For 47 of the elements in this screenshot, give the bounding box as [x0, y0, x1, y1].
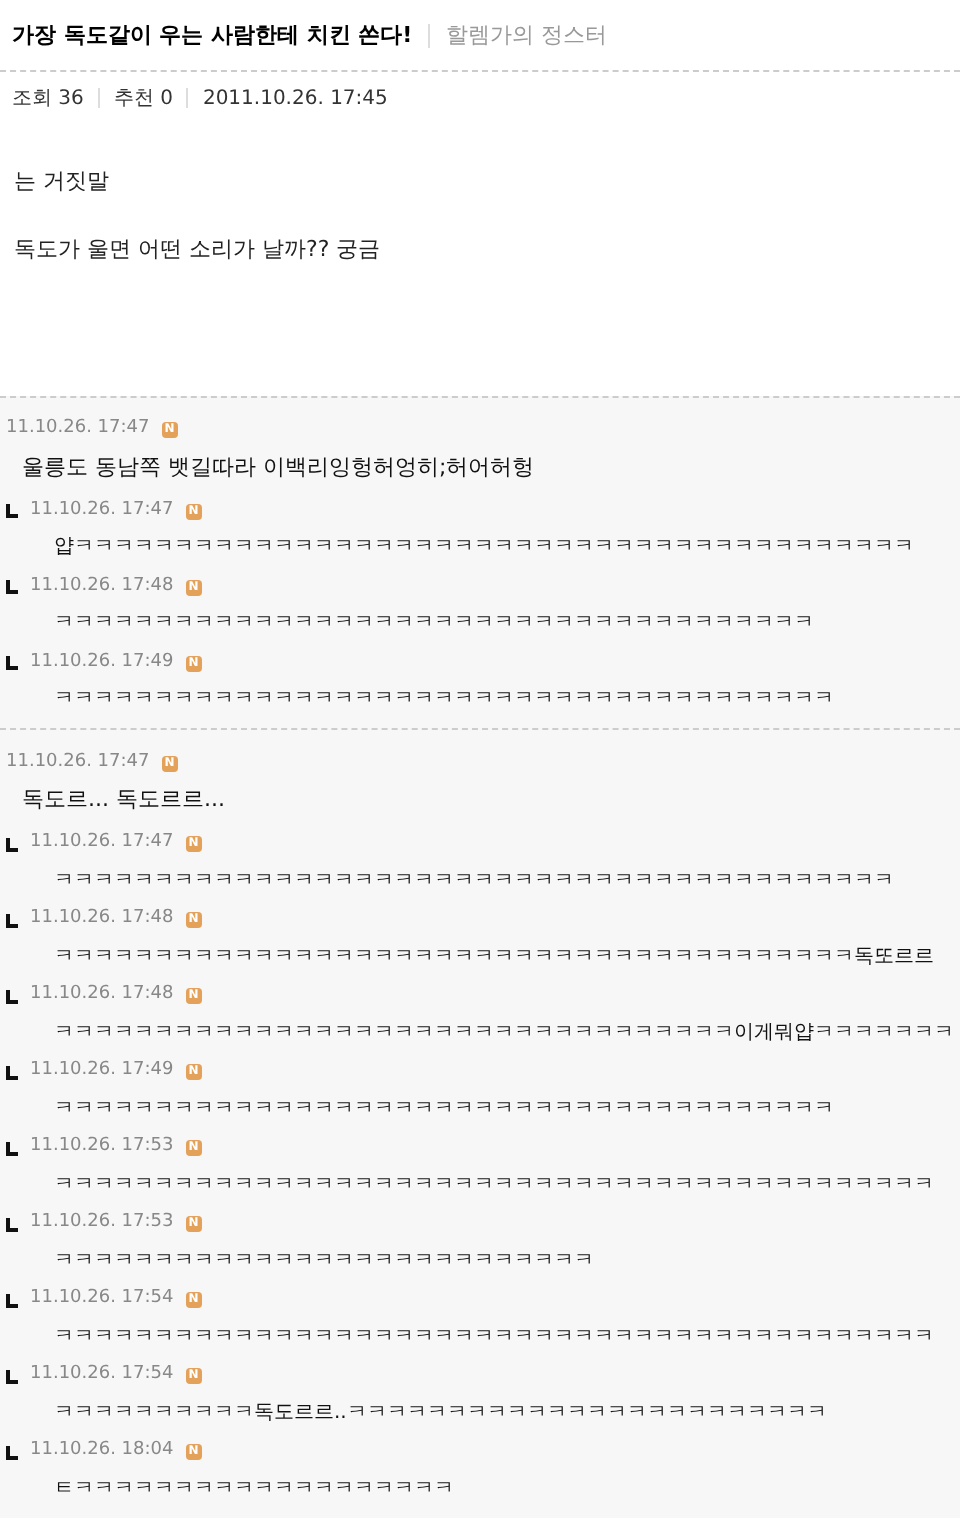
comment-time: 11.10.26. 17:49	[30, 1058, 174, 1085]
reply-corner-icon	[6, 656, 18, 670]
reply-text: ㅋㅋㅋㅋㅋㅋㅋㅋㅋㅋㅋㅋㅋㅋㅋㅋㅋㅋㅋㅋㅋㅋㅋㅋㅋㅋㅋ	[52, 1247, 596, 1273]
post-meta: 2011.10.26. 17:45	[202, 85, 388, 113]
reply-corner-icon	[6, 989, 18, 1003]
reply-text: ㅋㅋㅋㅋㅋㅋㅋㅋㅋㅋㅋㅋㅋㅋㅋㅋㅋㅋㅋㅋㅋㅋㅋㅋㅋㅋㅋㅋㅋㅋㅋㅋㅋㅋㅋㅋㅋㅋㅋㅋㅋㅋㅋㅋ	[52, 1323, 936, 1349]
reply-corner-icon	[6, 1445, 18, 1459]
comment-text: 울릉도 동남쪽 뱃길따라 이백리잉헝허엉히;허어허헝	[20, 451, 537, 483]
post-meta: 추천 0	[113, 85, 173, 113]
reply-corner-icon	[6, 1293, 18, 1307]
reply-text: ㅋㅋㅋㅋㅋㅋㅋㅋㅋㅋ독도르르..ㅋㅋㅋㅋㅋㅋㅋㅋㅋㅋㅋㅋㅋㅋㅋㅋㅋㅋㅋㅋㅋㅋㅋㅋ	[52, 1399, 829, 1425]
comment-time: 11.10.26. 17:54	[30, 1286, 174, 1313]
comment-time: 11.10.26. 17:47	[6, 416, 150, 443]
comment-time: 11.10.26. 17:48	[30, 982, 174, 1009]
comment-time: 11.10.26. 17:47	[30, 830, 174, 857]
reply-text: 얍ㅋㅋㅋㅋㅋㅋㅋㅋㅋㅋㅋㅋㅋㅋㅋㅋㅋㅋㅋㅋㅋㅋㅋㅋㅋㅋㅋㅋㅋㅋㅋㅋㅋㅋㅋㅋㅋㅋㅋㅋㅋㅋ	[52, 534, 916, 560]
post-meta: 조회 36	[12, 85, 84, 113]
post-paragraph: 는 거짓말	[14, 165, 111, 197]
reply-corner-icon	[6, 504, 18, 518]
comment-time: 11.10.26. 18:04	[30, 1438, 174, 1465]
reply-corner-icon	[6, 913, 18, 927]
reply-text: ㅌㅋㅋㅋㅋㅋㅋㅋㅋㅋㅋㅋㅋㅋㅋㅋㅋㅋㅋㅋ	[52, 1475, 456, 1501]
comment-text: 독도르... 독도르르...	[20, 784, 227, 816]
comment-time: 11.10.26. 17:47	[30, 497, 174, 524]
comment-time: 11.10.26. 17:54	[30, 1362, 174, 1389]
reply-text: ㅋㅋㅋㅋㅋㅋㅋㅋㅋㅋㅋㅋㅋㅋㅋㅋㅋㅋㅋㅋㅋㅋㅋㅋㅋㅋㅋㅋㅋㅋㅋㅋㅋㅋㅋㅋㅋㅋㅋ	[52, 686, 836, 712]
reply-text: ㅋㅋㅋㅋㅋㅋㅋㅋㅋㅋㅋㅋㅋㅋㅋㅋㅋㅋㅋㅋㅋㅋㅋㅋㅋㅋㅋㅋㅋㅋㅋㅋㅋㅋㅋㅋㅋㅋ	[52, 610, 816, 636]
comment-time: 11.10.26. 17:48	[30, 906, 174, 933]
reply-corner-icon	[6, 580, 18, 594]
author-name: 할렘가의 정스터	[446, 20, 608, 52]
reply-corner-icon	[6, 1217, 18, 1231]
reply-text: ㅋㅋㅋㅋㅋㅋㅋㅋㅋㅋㅋㅋㅋㅋㅋㅋㅋㅋㅋㅋㅋㅋㅋㅋㅋㅋㅋㅋㅋㅋㅋㅋㅋㅋㅋㅋㅋㅋㅋㅋ독또르르	[52, 943, 936, 969]
reply-corner-icon	[6, 1369, 18, 1383]
reply-text: ㅋㅋㅋㅋㅋㅋㅋㅋㅋㅋㅋㅋㅋㅋㅋㅋㅋㅋㅋㅋㅋㅋㅋㅋㅋㅋㅋㅋㅋㅋㅋㅋㅋㅋㅋㅋㅋㅋㅋㅋㅋㅋㅋㅋ	[52, 1171, 936, 1197]
comment-time: 11.10.26. 17:47	[6, 749, 150, 776]
comment-time: 11.10.26. 17:48	[30, 573, 174, 600]
post-title: 가장 독도같이 우는 사람한테 치킨 쏜다!	[12, 20, 413, 52]
comment-time: 11.10.26. 17:53	[30, 1210, 174, 1237]
reply-text: ㅋㅋㅋㅋㅋㅋㅋㅋㅋㅋㅋㅋㅋㅋㅋㅋㅋㅋㅋㅋㅋㅋㅋㅋㅋㅋㅋㅋㅋㅋㅋㅋㅋㅋㅋㅋㅋㅋㅋㅋㅋㅋ	[52, 867, 896, 893]
comment-time: 11.10.26. 17:49	[30, 649, 174, 676]
reply-text: ㅋㅋㅋㅋㅋㅋㅋㅋㅋㅋㅋㅋㅋㅋㅋㅋㅋㅋㅋㅋㅋㅋㅋㅋㅋㅋㅋㅋㅋㅋㅋㅋㅋㅋㅋㅋㅋㅋㅋ	[52, 1095, 836, 1121]
comment-time: 11.10.26. 17:53	[30, 1134, 174, 1161]
reply-text: ㅋㅋㅋㅋㅋㅋㅋㅋㅋㅋㅋㅋㅋㅋㅋㅋㅋㅋㅋㅋㅋㅋㅋㅋㅋㅋㅋㅋㅋㅋㅋㅋㅋㅋ이게뭐얍ㅋㅋㅋㅋㅋㅋㅋ	[52, 1019, 956, 1045]
reply-corner-icon	[6, 1065, 18, 1079]
reply-corner-icon	[6, 1141, 18, 1155]
reply-corner-icon	[6, 837, 18, 851]
post-paragraph: 독도가 울면 어떤 소리가 날까?? 궁금	[14, 234, 383, 266]
